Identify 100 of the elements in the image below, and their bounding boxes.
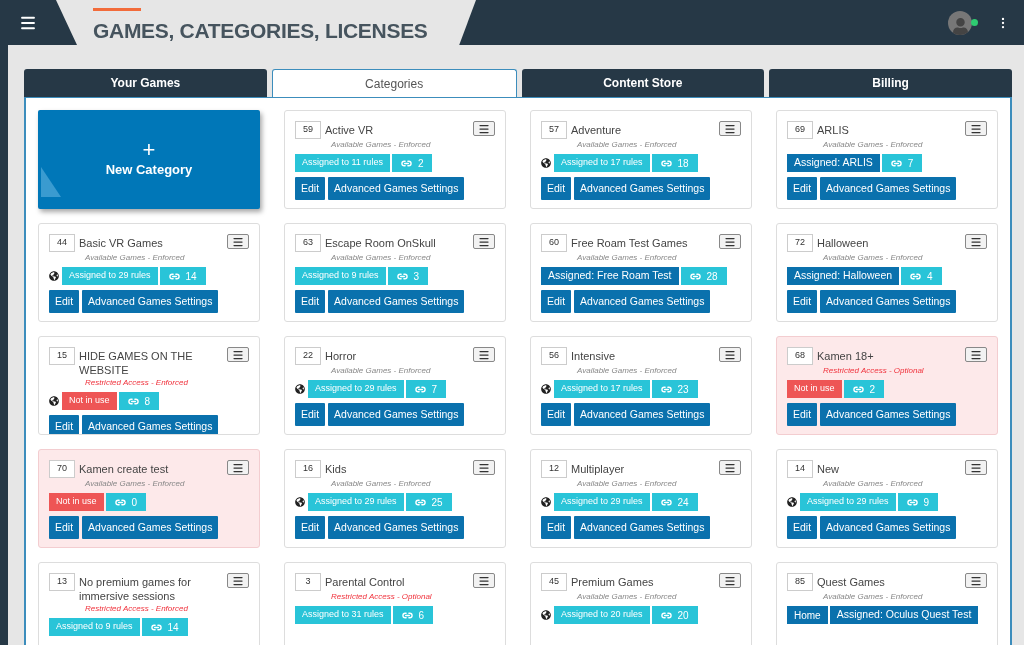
advanced-settings-button[interactable]: Advanced Games Settings: [820, 290, 957, 313]
advanced-settings-button[interactable]: Advanced Games Settings: [820, 516, 957, 539]
card-menu-button[interactable]: [965, 234, 987, 249]
assignment-badge: Assigned to 9 rules: [49, 618, 140, 636]
access-label: Restricted Access - Optional: [331, 591, 432, 602]
menu-icon: [970, 348, 982, 361]
card-menu-button[interactable]: [965, 460, 987, 475]
category-name: HIDE GAMES ON THE WEBSITE: [79, 349, 194, 377]
card-menu-button[interactable]: [227, 573, 249, 588]
advanced-settings-button[interactable]: Advanced Games Settings: [328, 290, 465, 313]
menu-icon: [232, 235, 244, 248]
edit-button[interactable]: Edit: [541, 403, 572, 426]
access-label: Available Games - Enforced: [331, 365, 431, 376]
card-menu-button[interactable]: [719, 460, 741, 475]
assignment-badge: Assigned to 17 rules: [554, 154, 650, 172]
edit-button[interactable]: Edit: [295, 516, 326, 539]
category-id: 72: [787, 234, 813, 252]
games-count: 24: [677, 495, 689, 510]
edit-button[interactable]: Edit: [787, 290, 818, 313]
user-avatar[interactable]: [948, 10, 972, 35]
card-menu-button[interactable]: [719, 573, 741, 588]
edit-button[interactable]: Edit: [541, 290, 572, 313]
category-name: New: [817, 462, 840, 476]
access-label: Available Games - Enforced: [331, 139, 431, 150]
assignment-badge: Assigned to 20 rules: [554, 606, 650, 624]
menu-icon: [724, 461, 736, 474]
advanced-settings-button[interactable]: Advanced Games Settings: [328, 516, 465, 539]
menu-icon: [970, 235, 982, 248]
plus-icon: +: [142, 139, 156, 160]
assignment-badge: Assigned to 11 rules: [295, 154, 390, 172]
tab[interactable]: Billing: [769, 69, 1012, 97]
category-name: Kids: [325, 462, 348, 476]
advanced-settings-button[interactable]: Advanced Games Settings: [574, 177, 711, 200]
tab[interactable]: Content Store: [521, 69, 765, 97]
menu-icon: [478, 574, 490, 587]
advanced-settings-button[interactable]: Advanced Games Settings: [574, 403, 711, 426]
card-menu-button[interactable]: [227, 460, 249, 475]
edit-button[interactable]: Edit: [787, 403, 818, 426]
card-menu-button[interactable]: [719, 347, 741, 362]
access-label: Available Games - Enforced: [85, 478, 185, 489]
card-menu-button[interactable]: [473, 460, 495, 475]
access-label: Restricted Access - Enforced: [85, 377, 188, 388]
card-menu-button[interactable]: [473, 121, 495, 136]
advanced-settings-button[interactable]: Advanced Games Settings: [82, 290, 219, 313]
card-menu-button[interactable]: [965, 121, 987, 136]
category-id: 13: [49, 573, 75, 591]
card-menu-button[interactable]: [965, 573, 987, 588]
games-count: 2: [417, 156, 424, 171]
card-menu-button[interactable]: [719, 121, 741, 136]
category-name: Adventure: [571, 123, 623, 137]
edit-button[interactable]: Edit: [787, 516, 818, 539]
category-id: 22: [295, 347, 321, 365]
card-menu-button[interactable]: [473, 347, 495, 362]
assignment-badge: Assigned to 29 rules: [800, 493, 896, 511]
advanced-settings-button[interactable]: Advanced Games Settings: [820, 403, 957, 426]
edit-button[interactable]: Edit: [49, 415, 80, 434]
edit-button[interactable]: Edit: [295, 403, 326, 426]
games-count: 7: [907, 156, 914, 171]
new-category-tile[interactable]: + New Category: [38, 110, 260, 209]
category-name: Quest Games: [817, 575, 886, 589]
access-label: Available Games - Enforced: [331, 478, 431, 489]
card-menu-button[interactable]: [227, 234, 249, 249]
advanced-settings-button[interactable]: Advanced Games Settings: [328, 403, 465, 426]
card-menu-button[interactable]: [719, 234, 741, 249]
edit-button[interactable]: Edit: [295, 290, 326, 313]
edit-button[interactable]: Edit: [49, 516, 80, 539]
menu-icon: [970, 461, 982, 474]
card-menu-button[interactable]: [965, 347, 987, 362]
page-title: GAMES, CATEGORIES, LICENSES: [93, 18, 429, 44]
advanced-settings-button[interactable]: Advanced Games Settings: [82, 415, 219, 434]
assignment-badge: Assigned: Oculus Quest Test: [829, 606, 979, 624]
assignment-badge: Assigned: Halloween: [787, 267, 900, 285]
edit-button[interactable]: Edit: [541, 177, 572, 200]
tab[interactable]: Your Games: [24, 69, 267, 97]
advanced-settings-button[interactable]: Advanced Games Settings: [574, 290, 711, 313]
edit-button[interactable]: Edit: [295, 177, 326, 200]
card-menu-button[interactable]: [227, 347, 249, 362]
edit-button[interactable]: Edit: [541, 516, 572, 539]
advanced-settings-button[interactable]: Advanced Games Settings: [328, 177, 465, 200]
category-id: 59: [295, 121, 321, 139]
assignment-badge: Assigned to 29 rules: [308, 380, 404, 398]
tab[interactable]: Categories: [271, 69, 517, 98]
edit-button[interactable]: Edit: [49, 290, 80, 313]
access-label: Available Games - Enforced: [823, 478, 923, 489]
category-id: 3: [295, 573, 321, 591]
games-count: 23: [677, 382, 689, 397]
category-id: 57: [541, 121, 567, 139]
access-label: Available Games - Enforced: [823, 252, 923, 263]
card-menu-button[interactable]: [473, 573, 495, 588]
assignment-badge: Assigned: Free Roam Test: [541, 267, 679, 285]
edit-button[interactable]: Edit: [787, 177, 818, 200]
new-category-label: New Category: [105, 160, 193, 179]
games-count: 28: [706, 269, 718, 284]
category-id: 12: [541, 460, 567, 478]
advanced-settings-button[interactable]: Advanced Games Settings: [82, 516, 219, 539]
assignment-badge: Assigned: ARLIS: [787, 154, 880, 172]
card-menu-button[interactable]: [473, 234, 495, 249]
access-label: Available Games - Enforced: [823, 139, 923, 150]
advanced-settings-button[interactable]: Advanced Games Settings: [820, 177, 957, 200]
advanced-settings-button[interactable]: Advanced Games Settings: [574, 516, 711, 539]
